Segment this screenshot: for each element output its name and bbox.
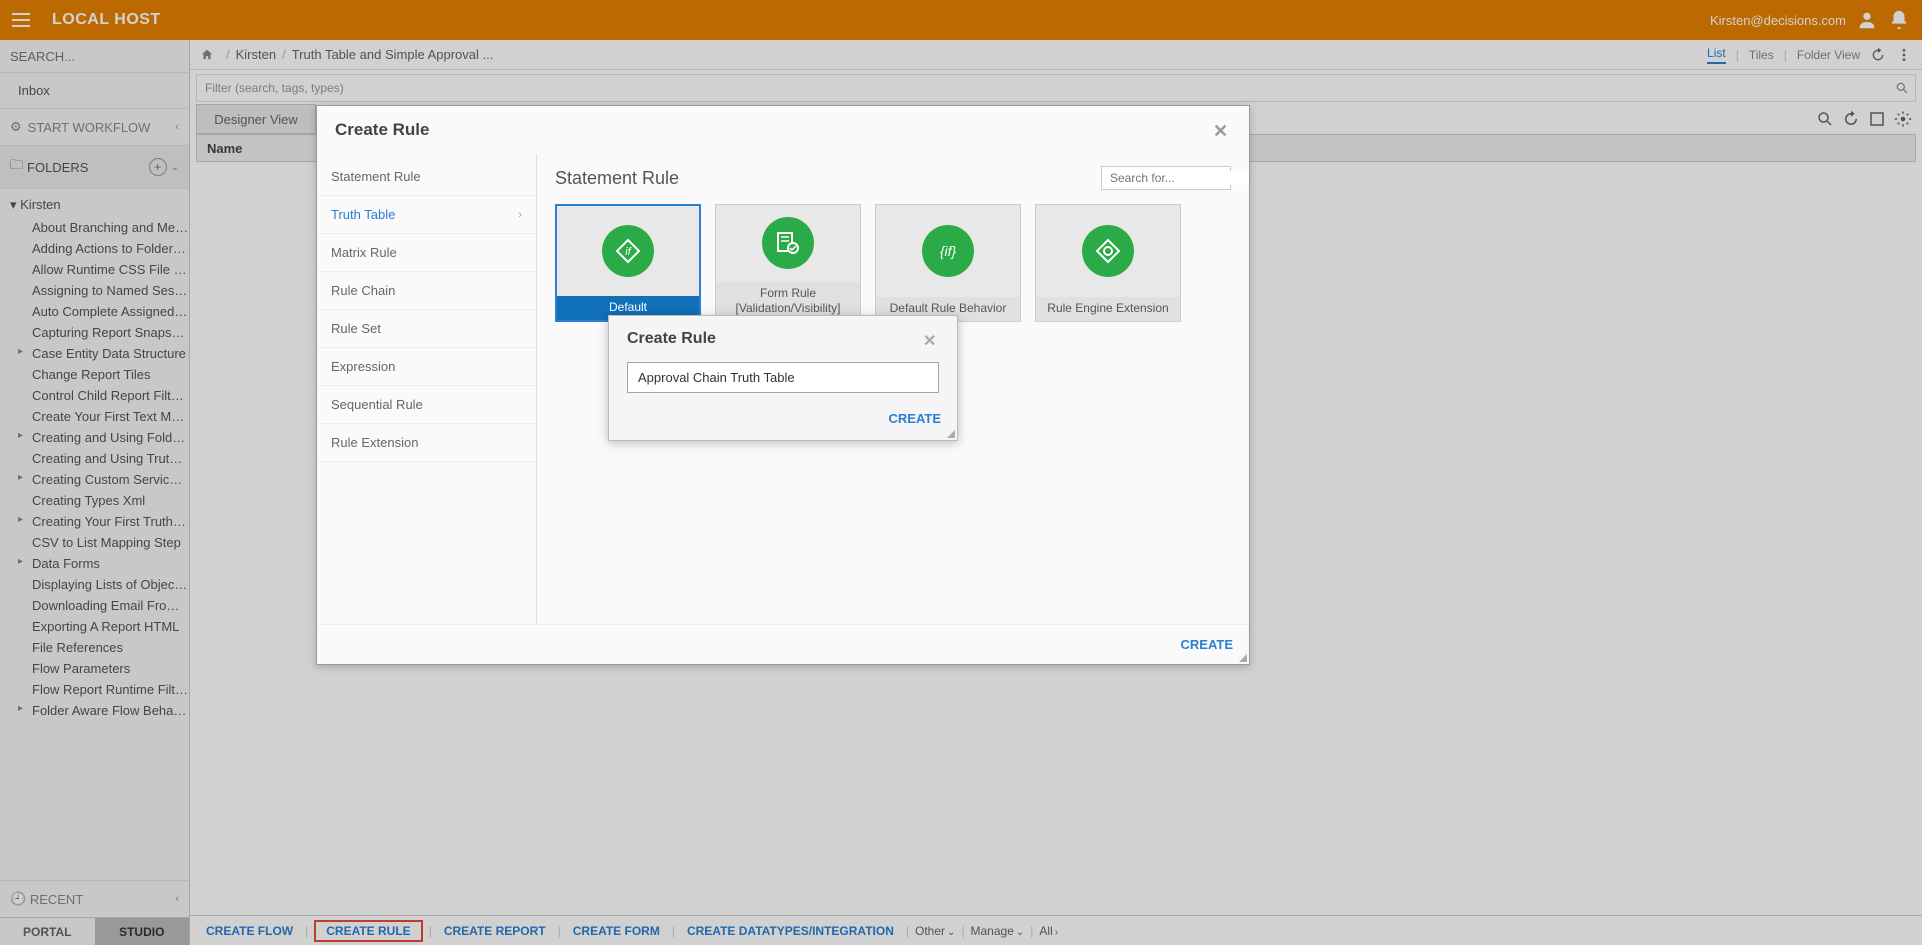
template-search[interactable] (1101, 166, 1231, 190)
category-item[interactable]: Rule Extension (317, 424, 536, 462)
create-button[interactable]: CREATE (1181, 637, 1233, 652)
small-modal-title: Create Rule (627, 330, 716, 348)
category-item[interactable]: Expression (317, 348, 536, 386)
chevron-right-icon: › (518, 209, 522, 221)
resize-handle-icon[interactable] (1237, 652, 1247, 662)
category-item[interactable]: Truth Table› (317, 196, 536, 234)
svg-text:if: if (625, 246, 631, 258)
name-rule-modal: Create Rule ✕ CREATE (608, 315, 958, 441)
category-item[interactable]: Sequential Rule (317, 386, 536, 424)
close-icon[interactable]: ✕ (923, 331, 939, 347)
modal-title: Create Rule (335, 120, 429, 140)
category-item[interactable]: Rule Set (317, 310, 536, 348)
category-item[interactable]: Matrix Rule (317, 234, 536, 272)
create-button[interactable]: CREATE (889, 411, 941, 426)
category-item[interactable]: Rule Chain (317, 272, 536, 310)
close-icon[interactable]: ✕ (1213, 121, 1231, 139)
rule-categories: Statement RuleTruth Table›Matrix RuleRul… (317, 154, 537, 624)
svg-text:{if}: {if} (940, 243, 957, 259)
rule-template-card[interactable]: {if}Default Rule Behavior (875, 204, 1021, 322)
template-search-input[interactable] (1110, 171, 1249, 185)
resize-handle-icon[interactable] (945, 428, 955, 438)
category-title: Statement Rule (555, 168, 679, 189)
rule-template-card[interactable]: ifDefault (555, 204, 701, 322)
rule-template-card[interactable]: Rule Engine Extension (1035, 204, 1181, 322)
category-item[interactable]: Statement Rule (317, 158, 536, 196)
card-label: Rule Engine Extension (1036, 297, 1180, 321)
rule-name-input[interactable] (627, 362, 939, 393)
rule-template-card[interactable]: Form Rule [Validation/Visibility] (715, 204, 861, 322)
